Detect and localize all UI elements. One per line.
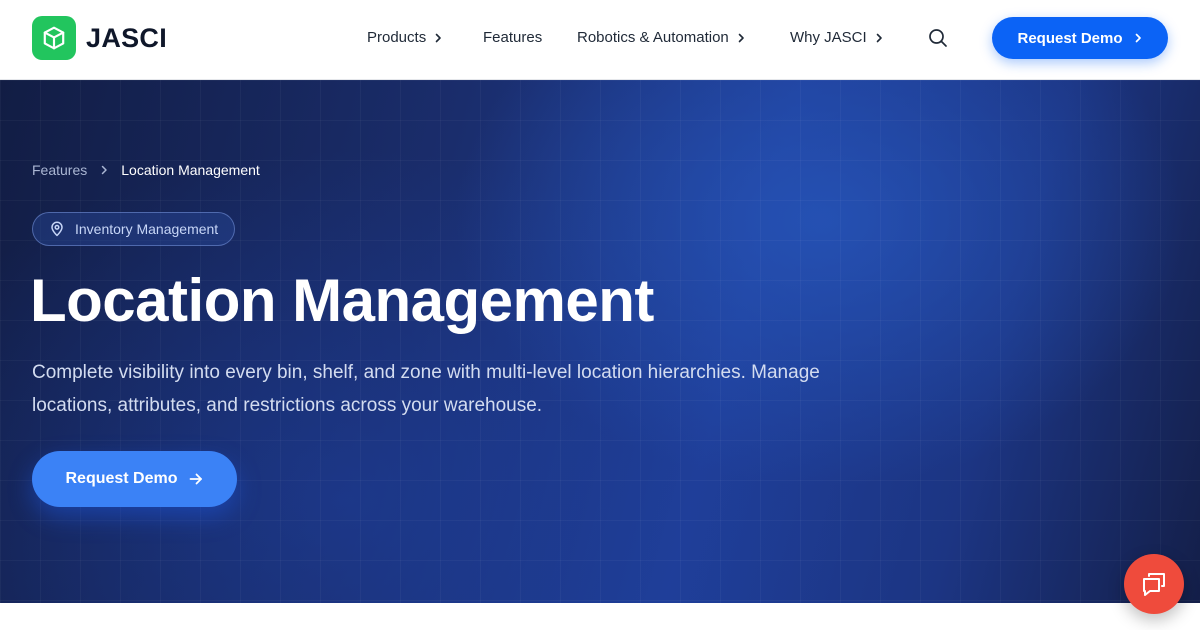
nav-item-why-jasci[interactable]: Why JASCI [790, 29, 884, 46]
hero-description: Complete visibility into every bin, shel… [32, 362, 820, 416]
search-button[interactable] [926, 26, 950, 50]
request-demo-label: Request Demo [1017, 29, 1123, 47]
arrow-right-icon [189, 473, 202, 485]
hero-request-demo-label: Request Demo [65, 470, 178, 487]
search-icon [929, 29, 947, 47]
chat-widget-button[interactable] [1124, 554, 1184, 614]
site-header: JASCI Products Features Robotics & Autom… [0, 0, 1200, 80]
hero-request-demo-button[interactable]: Request Demo [32, 451, 237, 507]
category-badge: Inventory Management [32, 212, 236, 246]
nav-item-label: Robotics & Automation [577, 29, 729, 46]
hero-grid-pattern [0, 80, 1200, 603]
map-pin-icon [51, 221, 63, 237]
breadcrumb-link-features[interactable]: Features [32, 162, 87, 178]
chevron-right-icon [99, 165, 109, 175]
nav-item-label: Why JASCI [790, 29, 867, 46]
chevron-right-icon [738, 33, 744, 42]
cube-icon [32, 16, 76, 60]
chevron-right-icon [1135, 33, 1141, 43]
nav-item-features[interactable]: Features [483, 29, 542, 46]
page-title: Location Management [30, 267, 654, 334]
badge-label: Inventory Management [75, 221, 219, 237]
breadcrumb-current: Location Management [121, 162, 260, 178]
hero-section: Features Location Management Inventory M… [0, 80, 1200, 603]
chevron-right-icon [876, 33, 882, 42]
nav-item-label: Features [483, 29, 543, 46]
nav-item-label: Products [367, 29, 427, 46]
logo-link[interactable]: JASCI [32, 16, 167, 60]
breadcrumb: Features Location Management [32, 162, 260, 178]
brand-name: JASCI [86, 22, 168, 53]
chevron-right-icon [435, 33, 442, 42]
nav-item-robotics-automation[interactable]: Robotics & Automation [577, 29, 746, 46]
request-demo-button[interactable]: Request Demo [992, 17, 1168, 59]
chat-bubbles-icon [1143, 573, 1165, 596]
nav-item-products[interactable]: Products [367, 29, 443, 46]
